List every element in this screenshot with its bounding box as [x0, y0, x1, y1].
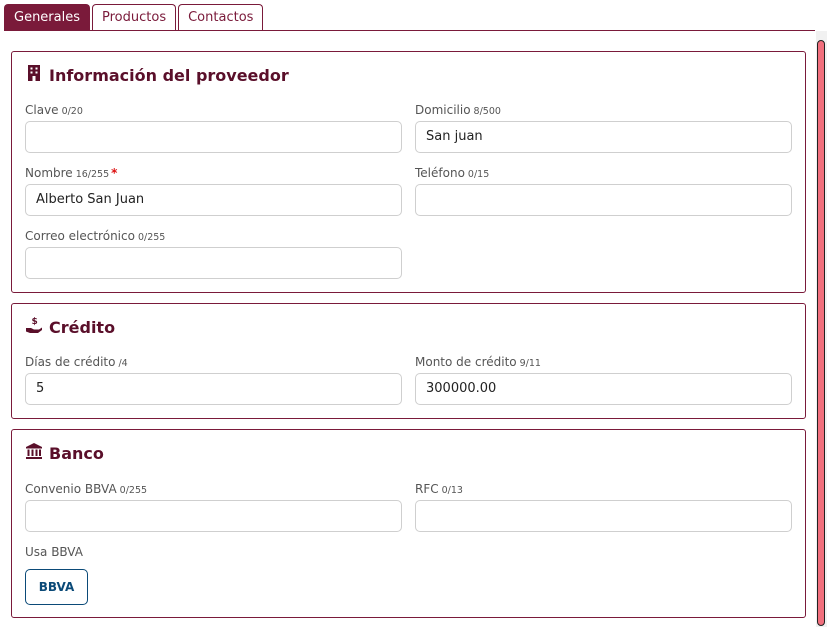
monto-credito-input[interactable]: 300000.00: [415, 373, 792, 405]
bank-title: Banco: [49, 443, 104, 463]
dias-credito-input[interactable]: 5: [25, 373, 402, 405]
hand-dollar-icon: $: [25, 316, 49, 338]
dias-credito-counter: /4: [118, 358, 128, 369]
provider-info-header: Información del proveedor: [25, 64, 289, 86]
building-icon: [25, 64, 49, 86]
clave-input[interactable]: [25, 121, 402, 153]
bank-header: Banco: [25, 442, 104, 464]
clave-label: Clave 0/20: [25, 103, 83, 117]
bank-card: Banco Convenio BBVA 0/255 RFC 0/13 Usa BBV…: [11, 429, 806, 618]
nombre-counter: 16/255: [75, 169, 110, 180]
correo-counter: 0/255: [137, 232, 166, 243]
bbva-toggle-button[interactable]: BBVA: [25, 569, 88, 605]
required-marker: *: [111, 166, 118, 180]
rfc-counter: 0/13: [441, 485, 463, 496]
rfc-input[interactable]: [415, 500, 792, 532]
domicilio-input[interactable]: San juan: [415, 121, 792, 153]
domicilio-counter: 8/500: [473, 106, 501, 117]
credit-card: $ Crédito Días de crédito/4 5 Monto de c…: [11, 303, 806, 419]
tab-generales[interactable]: Generales: [4, 4, 91, 31]
convenio-counter: 0/255: [119, 485, 148, 496]
convenio-label: Convenio BBVA 0/255: [25, 482, 148, 496]
nombre-input[interactable]: Alberto San Juan: [25, 184, 402, 216]
credit-title: Crédito: [49, 317, 116, 337]
tab-contactos[interactable]: Contactos: [178, 4, 264, 31]
correo-input[interactable]: [25, 247, 402, 279]
usa-bbva-label: Usa BBVA: [25, 545, 83, 559]
telefono-label: Teléfono 0/15: [415, 166, 490, 180]
nombre-label: Nombre 16/255 *: [25, 166, 118, 180]
convenio-input[interactable]: [25, 500, 402, 532]
clave-counter: 0/20: [61, 106, 83, 117]
domicilio-label: Domicilio 8/500: [415, 103, 501, 117]
bank-icon: [25, 442, 49, 464]
tab-bar: Generales Productos Contactos: [4, 4, 264, 31]
telefono-counter: 0/15: [467, 169, 490, 180]
monto-credito-counter: 9/11: [519, 358, 541, 369]
provider-info-card: Información del proveedor Clave 0/20 Domi…: [11, 51, 806, 293]
scrollbar-thumb[interactable]: [817, 40, 825, 626]
telefono-input[interactable]: [415, 184, 792, 216]
correo-label: Correo electrónico 0/255: [25, 229, 166, 243]
rfc-label: RFC 0/13: [415, 482, 463, 496]
monto-credito-label: Monto de crédito 9/11: [415, 355, 541, 369]
tab-divider: [4, 30, 815, 31]
dias-credito-label: Días de crédito/4: [25, 355, 128, 369]
svg-text:$: $: [32, 317, 38, 327]
credit-header: $ Crédito: [25, 316, 115, 338]
provider-info-title: Información del proveedor: [49, 65, 289, 85]
tab-productos[interactable]: Productos: [92, 4, 177, 31]
